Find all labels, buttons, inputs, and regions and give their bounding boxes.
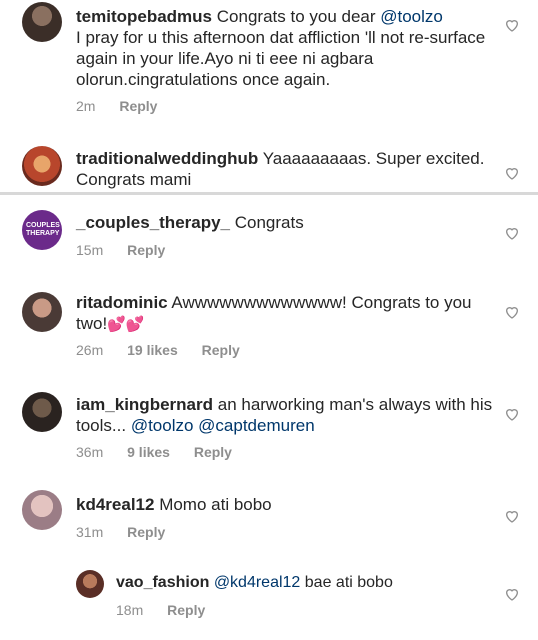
reply-button[interactable]: Reply [202,342,240,358]
reply-button[interactable]: Reply [167,602,205,618]
avatar[interactable] [22,2,62,42]
comment-body: bae ati bobo [300,574,393,591]
comment-body-continued: I pray for u this afternoon dat afflicti… [76,28,486,89]
mention-link[interactable]: @captdemuren [198,416,315,435]
comment-time: 26m [76,342,104,358]
comment-time: 31m [76,524,104,540]
comment-text: temitopebadmus Congrats to you dear @too… [76,6,496,90]
comment-item: ritadominic Awwwwwwwwwwwww! Congrats to … [0,280,538,376]
reply-button[interactable]: Reply [127,242,165,258]
comment-username[interactable]: ritadominic [76,293,168,312]
comment-meta: 2m Reply [76,98,177,114]
heart-outline-icon[interactable] [504,304,520,320]
comment-meta: 18m Reply [116,602,225,618]
avatar[interactable] [76,570,104,598]
avatar[interactable] [22,292,62,332]
comment-item: temitopebadmus Congrats to you dear @too… [0,0,538,128]
comment-meta: 15m Reply [76,242,185,258]
avatar[interactable] [22,490,62,530]
heart-outline-icon[interactable] [504,17,520,33]
comment-body: Momo ati bobo [159,495,272,514]
comment-username[interactable]: kd4real12 [76,495,154,514]
avatar[interactable] [22,146,62,186]
reply-button[interactable]: Reply [194,444,232,460]
comment-body: Congrats to you dear [216,7,381,26]
comment-meta: 26m 19 likes Reply [76,342,260,358]
reply-button[interactable]: Reply [127,524,165,540]
comment-username[interactable]: _couples_therapy_ [76,213,230,232]
comment-meta: 36m 9 likes Reply [76,444,252,460]
heart-outline-icon[interactable] [504,165,520,181]
reply-button[interactable]: Reply [119,98,157,114]
comment-text: vao_fashion @kd4real12 bae ati bobo [116,572,496,593]
heart-outline-icon[interactable] [504,586,520,602]
mention-link[interactable]: @kd4real12 [214,574,301,591]
comment-time: 36m [76,444,104,460]
comment-username[interactable]: traditionalweddinghub [76,149,258,168]
heart-outline-icon[interactable] [504,508,520,524]
avatar[interactable]: COUPLES THERAPY [22,210,62,250]
comment-username[interactable]: iam_kingbernard [76,395,213,414]
likes-count[interactable]: 9 likes [127,444,170,460]
heart-outline-icon[interactable] [504,225,520,241]
heart-emoji: 💕💕 [107,316,145,333]
comment-text: traditionalweddinghub Yaaaaaaaaas. Super… [76,148,496,190]
comment-text: _couples_therapy_ Congrats [76,212,496,233]
comment-text: iam_kingbernard an harworking man's alwa… [76,394,496,436]
comment-body: Congrats [234,213,304,232]
mention-link[interactable]: @toolzo [380,7,443,26]
comment-item: kd4real12 Momo ati bobo 31m Reply [0,484,538,556]
heart-outline-icon[interactable] [504,406,520,422]
mention-link[interactable]: @toolzo [131,416,194,435]
avatar-logo-text: COUPLES THERAPY [26,222,60,237]
comment-text: ritadominic Awwwwwwwwwwwww! Congrats to … [76,292,496,335]
comment-time: 18m [116,602,144,618]
screenshot-seam [0,192,538,195]
likes-count[interactable]: 19 likes [127,342,178,358]
comment-meta: 31m Reply [76,524,185,540]
comment-time: 2m [76,98,96,114]
comment-username[interactable]: temitopebadmus [76,7,212,26]
comment-item: traditionalweddinghub Yaaaaaaaaas. Super… [0,140,538,192]
avatar[interactable] [22,392,62,432]
comment-username[interactable]: vao_fashion [116,574,209,591]
comment-item: iam_kingbernard an harworking man's alwa… [0,382,538,478]
comment-text: kd4real12 Momo ati bobo [76,494,496,515]
comment-time: 15m [76,242,104,258]
comment-item: COUPLES THERAPY _couples_therapy_ Congra… [0,196,538,276]
comment-reply-item: vao_fashion @kd4real12 bae ati bobo 18m … [0,560,538,636]
